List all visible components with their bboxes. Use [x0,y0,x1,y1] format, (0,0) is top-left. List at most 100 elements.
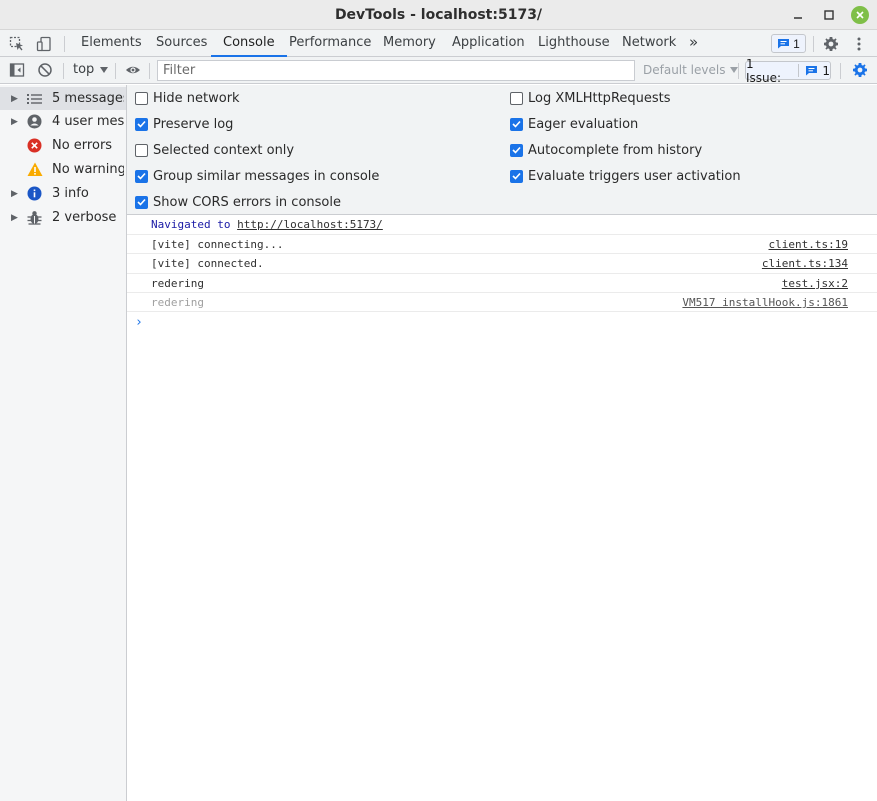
checkmark-icon [512,146,521,154]
device-toolbar-button[interactable] [35,35,53,53]
checkbox-checked[interactable] [510,169,523,183]
sidebar-item-info[interactable]: ▶ 3 info [0,182,126,205]
eye-icon [126,66,140,74]
tab-sources[interactable]: Sources [156,30,207,57]
inspect-element-button[interactable] [8,35,26,53]
checkbox-checked[interactable] [135,195,148,209]
option-show-cors-errors[interactable]: Show CORS errors in console [135,193,341,211]
inspect-element-icon [9,36,23,51]
checkbox-checked[interactable] [510,143,523,157]
option-selected-context-only[interactable]: Selected context only [135,141,294,159]
sidebar-item-label: 4 user mes… [52,114,124,129]
checkbox-checked[interactable] [510,117,523,131]
gear-icon [853,63,867,77]
console-settings-button[interactable] [851,61,869,79]
checkmark-icon [137,198,146,206]
sidebar-item-user-messages[interactable]: ▶ 4 user mes… [0,110,126,133]
issues-counter-button[interactable]: 1 [771,34,806,53]
info-icon [26,185,43,202]
live-expression-button[interactable] [124,61,142,79]
checkbox-unchecked[interactable] [135,91,148,105]
sidebar-toggle-icon [9,63,25,77]
message-text: redering [151,296,204,309]
option-eager-evaluation[interactable]: Eager evaluation [510,115,638,133]
tab-lighthouse[interactable]: Lighthouse [538,30,610,57]
option-label: Eager evaluation [528,116,639,132]
issues-label: 1 Issue: [746,56,782,85]
console-prompt[interactable]: › [135,315,143,330]
toggle-sidebar-button[interactable] [8,61,26,79]
context-label: top [73,62,95,77]
clear-console-icon [38,63,52,77]
expand-arrow-icon[interactable]: ▶ [11,94,19,104]
option-hide-network[interactable]: Hide network [135,89,240,107]
tab-performance[interactable]: Performance [289,30,371,57]
sidebar-item-label: 3 info [52,186,89,201]
source-link[interactable]: client.ts:19 [769,238,848,251]
console-sidebar: ▶ 5 messages ▶ 4 user mes… [0,85,127,801]
window-titlebar: DevTools - localhost:5173/ [0,0,877,30]
option-preserve-log[interactable]: Preserve log [135,115,233,133]
sidebar-item-verbose[interactable]: ▶ 2 verbose [0,206,126,229]
checkmark-icon [512,120,521,128]
source-link[interactable]: test.jsx:2 [782,277,848,290]
filter-input[interactable] [157,60,635,81]
option-autocomplete-history[interactable]: Autocomplete from history [510,141,702,159]
tabbar-divider [64,36,65,52]
bug-icon [26,209,43,226]
maximize-button[interactable] [820,6,838,24]
message-text: redering [151,277,204,290]
chevron-down-icon [100,66,109,73]
option-label: Autocomplete from history [528,142,703,158]
expand-arrow-icon[interactable]: ▶ [11,189,19,199]
message-text: [vite] connecting... [151,238,284,251]
expand-arrow-icon[interactable]: ▶ [11,117,19,127]
more-tabs-button[interactable]: » [689,30,698,57]
checkmark-icon [137,120,146,128]
checkbox-checked[interactable] [135,117,148,131]
expand-arrow-icon[interactable]: ▶ [11,213,19,223]
customize-menu-button[interactable] [850,35,868,53]
navigated-prefix: Navigated to [151,218,231,231]
prompt-chevron-icon: › [135,315,143,330]
option-group-similar[interactable]: Group similar messages in console [135,167,379,185]
tab-application[interactable]: Application [452,30,525,57]
source-link[interactable]: VM517 installHook.js:1861 [682,296,848,309]
console-message-muted: redering VM517 installHook.js:1861 [127,293,877,312]
navigation-message: Navigated to http://localhost:5173/ [151,218,383,231]
devtools-settings-button[interactable] [822,35,840,53]
log-levels-dropdown[interactable]: Default levels [643,63,739,77]
sidebar-item-label: No warnings [52,162,124,177]
sidebar-item-label: 2 verbose [52,210,117,225]
checkmark-icon [137,172,146,180]
checkbox-unchecked[interactable] [135,143,148,157]
sidebar-item-label: No errors [52,138,113,153]
context-selector[interactable]: top [73,62,109,77]
tab-network[interactable]: Network [622,30,676,57]
console-messages: Navigated to http://localhost:5173/ [vit… [127,215,877,801]
toolbar-divider-4 [738,63,739,79]
checkbox-checked[interactable] [135,169,148,183]
minimize-button[interactable] [789,6,807,24]
tab-elements[interactable]: Elements [81,30,142,57]
tab-memory[interactable]: Memory [383,30,436,57]
error-icon [26,137,43,154]
option-label: Evaluate triggers user activation [528,168,741,184]
user-icon [26,113,43,130]
sidebar-item-errors[interactable]: No errors [0,134,126,157]
option-log-xmlhttprequests[interactable]: Log XMLHttpRequests [510,89,671,107]
close-window-button[interactable] [851,6,869,24]
console-message-navigation: Navigated to http://localhost:5173/ [127,215,877,235]
toolbar-divider-5 [840,63,841,79]
source-link[interactable]: client.ts:134 [762,257,848,270]
option-label: Log XMLHttpRequests [528,90,671,106]
toolbar-divider-2 [115,63,116,79]
option-evaluate-triggers-activation[interactable]: Evaluate triggers user activation [510,167,741,185]
sidebar-item-messages[interactable]: ▶ 5 messages [0,87,126,110]
tab-console[interactable]: Console [211,30,287,57]
issues-button[interactable]: 1 Issue: 1 [745,57,831,85]
clear-console-button[interactable] [36,61,54,79]
navigated-url-link[interactable]: http://localhost:5173/ [237,218,383,231]
checkbox-unchecked[interactable] [510,91,523,105]
sidebar-item-warnings[interactable]: No warnings [0,158,126,181]
